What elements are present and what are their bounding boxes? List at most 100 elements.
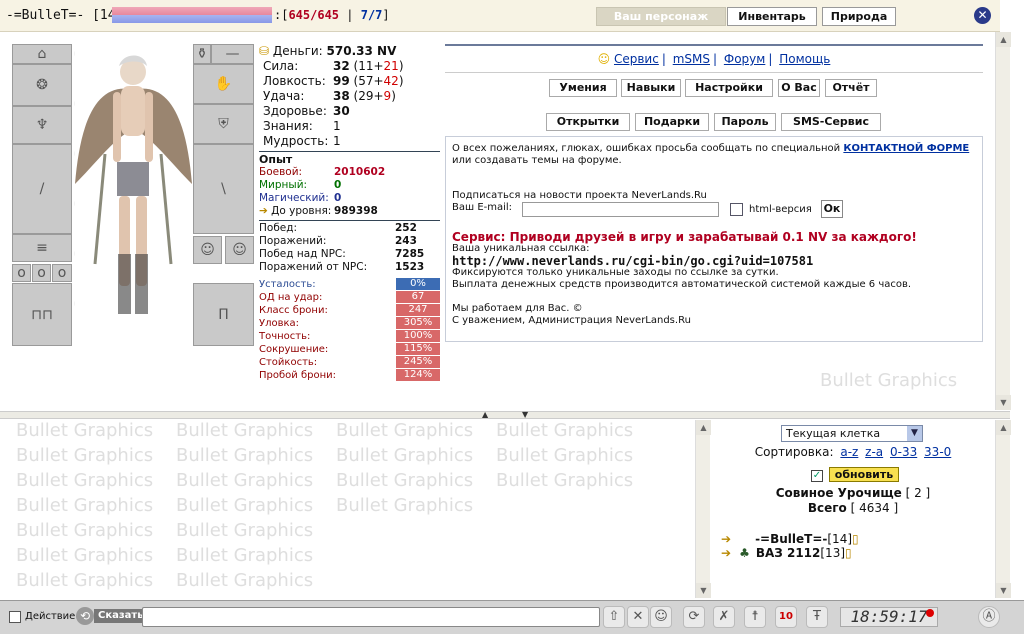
postcards-button[interactable]: Открытки xyxy=(546,113,630,131)
character-avatar xyxy=(75,44,192,346)
email-input[interactable] xyxy=(522,202,719,217)
slot-buff-1[interactable]: ☺ xyxy=(193,236,222,264)
link-msms[interactable]: mSMS xyxy=(673,52,710,66)
gifts-button[interactable]: Подарки xyxy=(635,113,709,131)
refresh-icon[interactable]: ⟳ xyxy=(683,606,705,628)
sms-service-button[interactable]: SMS-Сервис xyxy=(781,113,881,131)
action-checkbox[interactable] xyxy=(9,611,21,623)
password-button[interactable]: Пароль xyxy=(714,113,776,131)
slot-weapon-right[interactable]: \ xyxy=(193,144,254,234)
exp-magic-row: Магический: 0 xyxy=(259,192,342,204)
npc-losses-row: Поражений от NPC: 1523 xyxy=(259,261,425,273)
ring-icon: o xyxy=(17,265,26,281)
timer-10-icon[interactable]: 10 xyxy=(775,606,797,628)
translit-icon[interactable]: Ŧ xyxy=(806,606,828,628)
location-select[interactable]: Текущая клетка ▼ xyxy=(781,425,923,442)
link-forum[interactable]: Форум xyxy=(724,52,765,66)
skills-button[interactable]: Умения xyxy=(549,79,617,97)
chat-bar: Действие ⟲ Сказать: ⇧ ✕ ☺ ⟳ ✗ ☨ 10 Ŧ 18:… xyxy=(0,600,1024,634)
clear-icon[interactable]: ⟲ xyxy=(76,607,94,625)
contact-form-link[interactable]: КОНТАКТНОЙ ФОРМЕ xyxy=(843,143,969,154)
sort-0-33-link[interactable]: 0-33 xyxy=(890,445,917,459)
battle-stat-ap: ОД на удар: 67 xyxy=(259,291,440,304)
info-icon[interactable]: ▯ xyxy=(852,532,859,546)
slot-ring-2[interactable]: o xyxy=(32,264,51,282)
knowledge-row: Знания: 1 xyxy=(263,119,341,133)
collapse-down-icon[interactable]: ▼ xyxy=(522,410,528,419)
link-service[interactable]: Сервис xyxy=(614,52,659,66)
bottle-icon: ⚱ xyxy=(196,46,208,62)
smiley-icon[interactable]: ☺ xyxy=(650,606,672,628)
losses-row: Поражений: 243 xyxy=(259,235,417,247)
amulet-icon: ❂ xyxy=(36,77,48,93)
slot-armor[interactable]: ⛨ xyxy=(193,104,254,144)
note-payment: Выплата денежных средств производится ав… xyxy=(452,279,912,290)
scroll-up-icon[interactable]: ▲ xyxy=(996,32,1011,47)
player-row[interactable]: ➔ ♣ ВАЗ 2112[13]▯ xyxy=(721,546,852,560)
unique-link[interactable]: http://www.neverlands.ru/cgi-bin/go.cgi?… xyxy=(452,255,976,267)
hp-mana-text: :[645/645 | 7/7] xyxy=(274,8,390,22)
boots-icon: ⊓⊓ xyxy=(31,306,53,323)
smiley-icon: ☺ xyxy=(597,52,611,66)
slot-ring-3[interactable]: o xyxy=(52,264,72,282)
sort-az-link[interactable]: a-z xyxy=(840,445,858,459)
scroll-up-icon[interactable]: ▲ xyxy=(696,420,711,435)
close-icon[interactable]: ✕ xyxy=(974,7,991,24)
sort-za-link[interactable]: z-a xyxy=(865,445,883,459)
auto-update-checkbox[interactable]: ✓ xyxy=(811,470,823,482)
slot-necklace[interactable]: ♆ xyxy=(12,106,72,144)
slot-gloves[interactable]: ✋ xyxy=(193,64,254,104)
auto-icon[interactable]: Ⓐ xyxy=(978,606,1000,628)
scroll-down-icon[interactable]: ▼ xyxy=(996,583,1011,598)
chat-scrollbar[interactable]: ▲ ▼ xyxy=(695,420,711,598)
player-row[interactable]: ➔ -=BulleT=-[14]▯ xyxy=(721,532,859,546)
slot-belt[interactable]: ≡ xyxy=(12,234,72,262)
nature-button[interactable]: Природа xyxy=(822,7,896,26)
info-icon[interactable]: ▯ xyxy=(845,546,852,560)
health-row: Здоровье: 30 xyxy=(263,104,350,118)
slot-buff-2[interactable]: ☺ xyxy=(225,236,254,264)
about-button[interactable]: О Вас xyxy=(778,79,820,97)
abilities-button[interactable]: Навыки xyxy=(621,79,681,97)
slot-knife[interactable]: — xyxy=(211,44,254,64)
slot-helmet[interactable]: ⌂ xyxy=(12,44,72,64)
sort-33-0-link[interactable]: 33-0 xyxy=(924,445,951,459)
slot-potion[interactable]: ⚱ xyxy=(193,44,211,64)
scroll-down-icon[interactable]: ▼ xyxy=(696,583,711,598)
inventory-button[interactable]: Инвентарь xyxy=(727,7,817,26)
send-up-icon[interactable]: ⇧ xyxy=(603,606,625,628)
slot-leggings[interactable]: Π xyxy=(193,283,254,346)
chevron-down-icon: ▼ xyxy=(907,426,922,441)
armor-icon: ⛨ xyxy=(218,116,229,132)
alert-dot-icon xyxy=(926,609,934,617)
scroll-up-icon[interactable]: ▲ xyxy=(996,420,1011,435)
location-panel: Текущая клетка ▼ Сортировка: a-z z-a 0-33… xyxy=(711,420,995,598)
chat-input[interactable] xyxy=(142,607,600,627)
battle-stat-resist: Стойкость: 245% xyxy=(259,356,440,369)
sword-icon: \ xyxy=(221,181,226,197)
portrait-icon: ☺ xyxy=(232,242,247,258)
slot-weapon-left[interactable]: / xyxy=(12,144,72,234)
note-unique: Фиксируются только уникальные заходы по … xyxy=(452,267,779,278)
scroll-down-icon[interactable]: ▼ xyxy=(996,395,1011,410)
character-button[interactable]: Ваш персонаж xyxy=(596,7,726,26)
person-icon[interactable]: ☨ xyxy=(744,606,766,628)
frame-splitter[interactable]: ▲ ▼ xyxy=(0,410,1010,419)
tools-icon[interactable]: ✗ xyxy=(713,606,735,628)
slot-amulet[interactable]: ❂ xyxy=(12,64,72,106)
link-help[interactable]: Помощь xyxy=(779,52,830,66)
stats-panel: ⛁ Деньги: 570.33 NV Сила: 32 (11+21) Ловк… xyxy=(259,44,440,382)
slot-ring-1[interactable]: o xyxy=(12,264,31,282)
html-version-checkbox[interactable] xyxy=(730,203,743,216)
cancel-icon[interactable]: ✕ xyxy=(627,606,649,628)
update-button[interactable]: обновить xyxy=(829,467,899,482)
ok-button[interactable]: Ок xyxy=(821,200,843,218)
location-total: Всего [ 4634 ] xyxy=(807,501,899,515)
report-button[interactable]: Отчёт xyxy=(825,79,877,97)
upper-scrollbar[interactable]: ▲ ▼ xyxy=(995,32,1011,410)
slot-boots[interactable]: ⊓⊓ xyxy=(12,283,72,346)
collapse-up-icon[interactable]: ▲ xyxy=(482,410,488,419)
location-name: Совиное Урочище [ 2 ] xyxy=(775,486,931,500)
players-scrollbar[interactable]: ▲ ▼ xyxy=(995,420,1011,598)
settings-button[interactable]: Настройки xyxy=(685,79,773,97)
